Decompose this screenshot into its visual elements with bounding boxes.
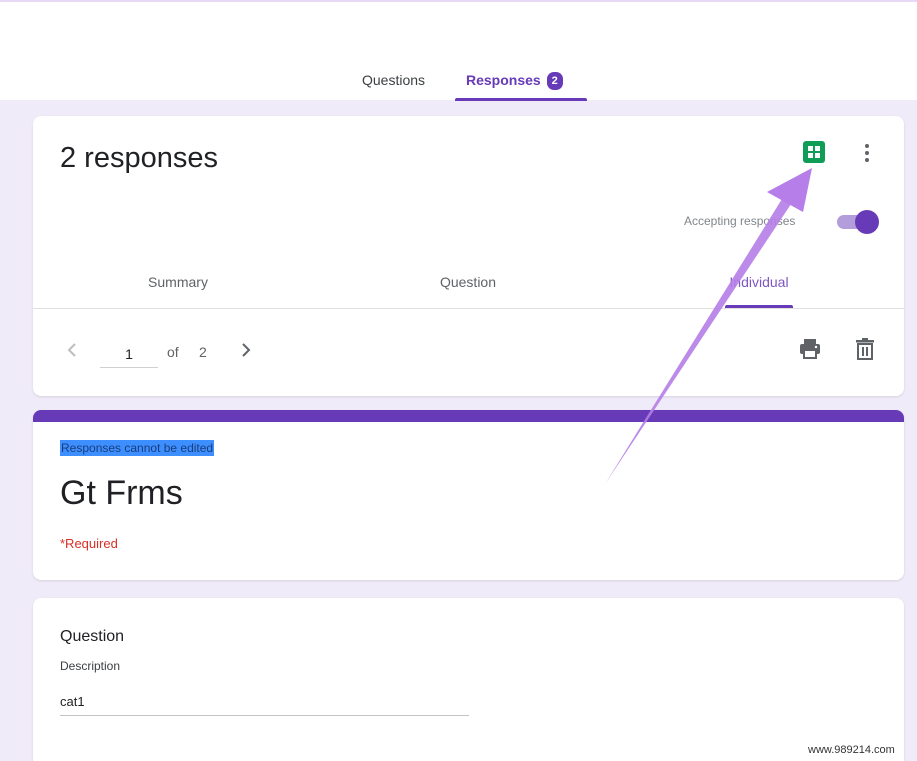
toggle-thumb — [855, 210, 879, 234]
tab-questions[interactable]: Questions — [362, 72, 425, 88]
subtab-summary[interactable]: Summary — [78, 274, 278, 290]
form-header-card: Responses cannot be edited Gt Frms *Requ… — [33, 410, 904, 580]
tab-responses[interactable]: Responses 2 — [466, 72, 563, 91]
responses-count-title: 2 responses — [60, 142, 218, 174]
responses-count-badge: 2 — [546, 72, 563, 91]
question-answer: cat1 — [60, 694, 85, 709]
page-total: 2 — [199, 344, 207, 360]
watermark-text: www.989214.com — [808, 744, 895, 756]
chevron-left-icon[interactable] — [63, 340, 83, 360]
page-of-label: of — [167, 344, 179, 360]
question-card: Question Description cat1 — [33, 598, 904, 761]
accepting-responses-label: Accepting responses — [684, 214, 796, 228]
question-title: Question — [60, 628, 125, 645]
delete-icon[interactable] — [853, 336, 877, 362]
form-title: Gt Frms — [60, 474, 183, 512]
more-vert-icon[interactable] — [858, 141, 876, 165]
tab-questions-label: Questions — [362, 72, 426, 88]
responses-not-editable-notice: Responses cannot be edited — [60, 440, 215, 456]
print-icon[interactable] — [797, 336, 823, 362]
subtab-question[interactable]: Question — [368, 274, 568, 290]
form-header: Questions Responses 2 — [0, 0, 917, 101]
accepting-responses-toggle[interactable] — [835, 209, 879, 235]
active-tab-indicator — [455, 98, 587, 101]
required-label: *Required — [60, 536, 118, 551]
subtab-individual[interactable]: Individual — [659, 274, 859, 290]
page-number-input[interactable] — [100, 341, 158, 368]
answer-underline — [60, 715, 469, 716]
responses-card: 2 responses Accepting responses Summary … — [33, 116, 904, 396]
divider — [33, 308, 904, 309]
question-description: Description — [60, 659, 121, 673]
form-accent-stripe — [33, 410, 904, 422]
sheets-icon[interactable] — [803, 141, 825, 163]
chevron-right-icon[interactable] — [236, 340, 256, 360]
tab-responses-label: Responses — [466, 72, 541, 88]
